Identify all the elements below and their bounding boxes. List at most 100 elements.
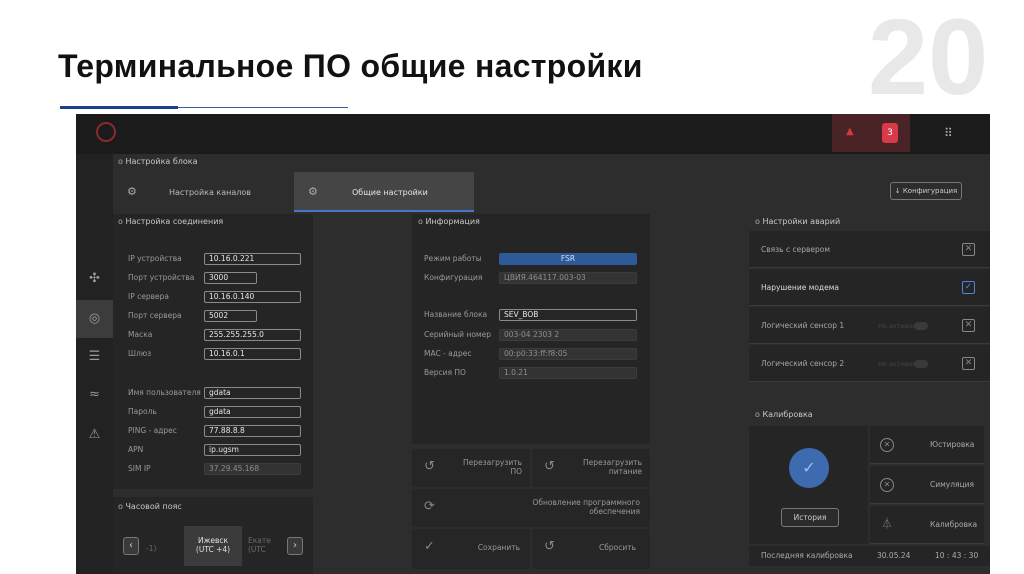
menu-grid-icon[interactable]: ⠿: [944, 126, 953, 140]
username-input[interactable]: gdata: [204, 387, 301, 399]
sidebar-item-settings[interactable]: ◎: [76, 300, 113, 338]
device-ip-input[interactable]: 10.16.0.221: [204, 253, 301, 265]
reboot-software-label-2: ПО: [510, 467, 522, 476]
update-label-1: Обновление программного: [532, 498, 640, 507]
mac-value: 00:p0:33:ff:f8:05: [499, 348, 637, 360]
alarm-item-server-link: Связь с сервером: [749, 231, 990, 268]
timezone-next-button[interactable]: ›: [287, 537, 303, 555]
update-icon: ⟳: [424, 499, 435, 514]
signal-icon: ≈: [89, 387, 100, 402]
block-name-label: Название блока: [424, 310, 488, 319]
last-calibration-row: Последняя калибровка 30.05.24 10 : 43 : …: [749, 546, 990, 566]
field-label: SIM IP: [128, 464, 151, 473]
field-label: Пароль: [128, 407, 157, 416]
device-port-input[interactable]: 3000: [204, 272, 257, 284]
alarm-item-modem: Нарушение модема: [749, 269, 990, 306]
reset-label: Сбросить: [599, 543, 636, 552]
calibration-item[interactable]: ⏃ Калибровка: [870, 506, 984, 544]
timezone-city: Ижевск: [197, 536, 229, 545]
sidebar-item-alarms[interactable]: ⚠: [76, 416, 113, 454]
field-label: IP устройства: [128, 254, 182, 263]
update-label-2: обеспечения: [589, 507, 640, 516]
reset-button[interactable]: ↺ Сбросить: [532, 529, 650, 569]
field-label: PING - адрес: [128, 426, 177, 435]
title-underline-accent: [60, 106, 178, 109]
sidebar-item-list[interactable]: ☰: [76, 338, 113, 376]
ping-address-input[interactable]: 77.88.8.8: [204, 425, 301, 437]
reboot-software-label-1: Перезагрузить: [462, 458, 522, 467]
tab-channels[interactable]: ⚙ Настройка каналов: [113, 172, 294, 212]
serial-label: Серийный номер: [424, 330, 491, 339]
serial-value: 003-04 2303 2: [499, 329, 637, 341]
sensor-1-toggle[interactable]: Не активен: [878, 322, 928, 331]
sim-ip-value: 37.29.45.168: [204, 463, 301, 475]
calibration-section: Калибровка: [755, 410, 812, 419]
sidebar-item-network[interactable]: ✣: [76, 260, 113, 298]
reboot-power-button[interactable]: ↺ Перезагрузить питание: [532, 449, 650, 487]
alarm-count-badge: 3: [882, 123, 898, 143]
close-circle-icon: ✕: [880, 478, 894, 492]
save-button[interactable]: ✓ Сохранить: [412, 529, 530, 569]
timezone-next-label: Екате (UTC: [248, 536, 271, 554]
sensor-2-toggle[interactable]: Не активен: [878, 360, 928, 369]
simulation-item[interactable]: ✕ Симуляция: [870, 466, 984, 504]
reload-icon: ↺: [424, 459, 435, 474]
connection-section: Настройка соединения: [118, 217, 223, 226]
timezone-prev-label: -1): [146, 544, 157, 553]
calibration-status-icon: ✓: [789, 448, 829, 488]
block-name-input[interactable]: SEV_BOB: [499, 309, 637, 321]
sensor-1-checkbox[interactable]: ✕: [962, 319, 975, 332]
configuration-label: Конфигурация: [902, 187, 958, 195]
field-label: Маска: [128, 330, 153, 339]
configuration-button[interactable]: ↓ Конфигурация: [890, 182, 962, 200]
chevron-left-icon: ‹: [129, 540, 133, 551]
list-icon: ☰: [88, 349, 101, 364]
gateway-input[interactable]: 10.16.0.1: [204, 348, 301, 360]
timezone-section: Часовой пояс: [118, 502, 181, 511]
mode-label: Режим работы: [424, 254, 482, 263]
timezone-offset: (UTC +4): [195, 545, 231, 554]
calibrate-icon: ⏃: [881, 517, 893, 530]
tab-general-settings[interactable]: ⚙ Общие настройки: [294, 172, 474, 212]
warning-icon: ⚠: [88, 427, 101, 442]
version-value: 1.0.21: [499, 367, 637, 379]
mode-value: FSR: [499, 253, 637, 265]
reset-icon: ↺: [544, 539, 555, 554]
sidebar: ✣ ◎ ☰ ≈ ⚠: [76, 154, 113, 574]
alarm-settings-section: Настройки аварий: [755, 217, 840, 226]
info-section: Информация: [418, 217, 479, 226]
logo-icon: [96, 122, 116, 142]
reboot-power-label-1: Перезагрузить: [582, 458, 642, 467]
field-label: IP сервера: [128, 292, 170, 301]
apn-input[interactable]: ip.ugsm: [204, 444, 301, 456]
field-label: Имя пользователя: [128, 388, 201, 397]
server-ip-input[interactable]: 10.16.0.140: [204, 291, 301, 303]
field-label: Порт устройства: [128, 273, 195, 282]
field-label: Шлюз: [128, 349, 152, 358]
reboot-software-button[interactable]: ↺ Перезагрузить ПО: [412, 449, 530, 487]
alarm-indicator[interactable]: ▲ 3: [832, 114, 910, 152]
save-label: Сохранить: [477, 543, 520, 552]
config-label: Конфигурация: [424, 273, 483, 282]
slide-title: Терминальное ПО общие настройки: [58, 48, 643, 84]
timezone-prev-button[interactable]: ‹: [123, 537, 139, 555]
password-input[interactable]: gdata: [204, 406, 301, 418]
server-link-checkbox[interactable]: ✕: [962, 243, 975, 256]
mask-input[interactable]: 255.255.255.0: [204, 329, 301, 341]
history-button[interactable]: История: [781, 508, 839, 527]
channels-icon: ⚙: [127, 185, 137, 198]
title-underline: [178, 107, 348, 108]
settings-icon: ◎: [88, 311, 101, 326]
close-circle-icon: ✕: [880, 438, 894, 452]
config-value: ЦВИЯ.464117.003-03: [499, 272, 637, 284]
software-update-button[interactable]: ⟳ Обновление программного обеспечения: [412, 489, 650, 527]
modem-checkbox[interactable]: ✓: [962, 281, 975, 294]
adjustment-item[interactable]: ✕ Юстировка: [870, 426, 984, 464]
server-port-input[interactable]: 5002: [204, 310, 257, 322]
reload-icon: ↺: [544, 459, 555, 474]
timezone-current[interactable]: Ижевск (UTC +4): [184, 526, 242, 566]
chevron-right-icon: ›: [293, 540, 297, 551]
sensor-2-checkbox[interactable]: ✕: [962, 357, 975, 370]
last-calibration-time: 10 : 43 : 30: [935, 551, 979, 560]
sidebar-item-signals[interactable]: ≈: [76, 376, 113, 414]
